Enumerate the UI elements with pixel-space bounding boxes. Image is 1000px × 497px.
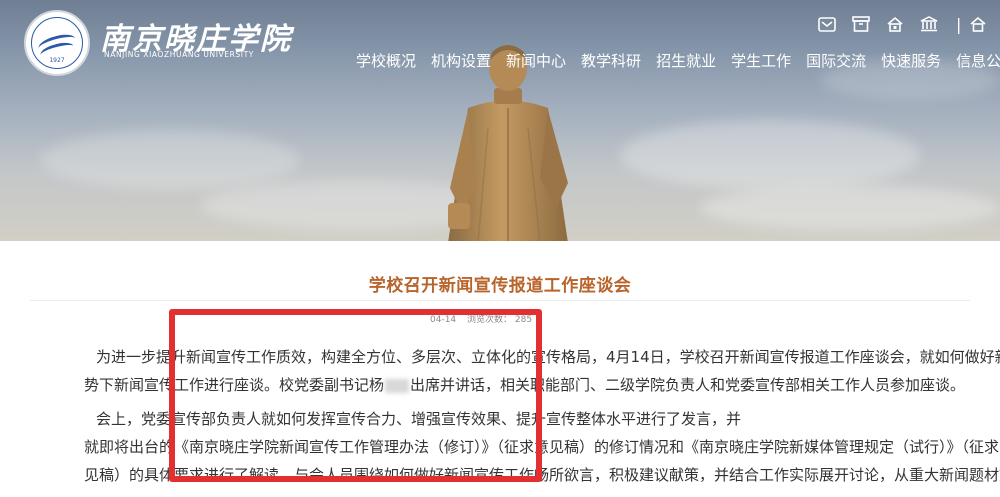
institution-icon[interactable] bbox=[918, 14, 940, 34]
nav-teaching-research[interactable]: 教学科研 bbox=[581, 50, 641, 71]
paragraph-line: 势下新闻宣传工作进行座谈。校党委副书记杨 出席并讲话，相关职能部门、二级学院负责人… bbox=[84, 371, 984, 399]
main-nav: 学校概况 机构设置 新闻中心 教学科研 招生就业 学生工作 国际交流 快速服务 … bbox=[356, 50, 1000, 71]
nav-quick-services[interactable]: 快速服务 bbox=[881, 50, 941, 71]
utility-bar: | bbox=[816, 14, 1000, 34]
home-icon[interactable] bbox=[967, 14, 989, 34]
nav-international[interactable]: 国际交流 bbox=[806, 50, 866, 71]
text-segment: 势下新闻宣传工作进行座谈。校党委副书记杨 bbox=[84, 376, 385, 394]
text-segment: 出席并讲话，相关职能部门、二级学院负责人和党委宣传部相关工作人员参加座谈。 bbox=[410, 376, 966, 394]
nav-departments[interactable]: 机构设置 bbox=[431, 50, 491, 71]
brand-name-en: NANJING XIAOZHUANG UNIVERSITY bbox=[104, 50, 254, 59]
logo-emblem: 1927 bbox=[31, 17, 83, 69]
nav-about[interactable]: 学校概况 bbox=[356, 50, 416, 71]
article-title: 学校召开新闻宣传报道工作座谈会 bbox=[368, 276, 632, 296]
cloud bbox=[620, 120, 920, 190]
publish-date: 04-14 bbox=[430, 315, 457, 325]
paragraph-line: 就即将出台的《南京晓庄学院新闻宣传工作管理办法（修订）》（征求意见稿）的修订情况… bbox=[84, 438, 1000, 456]
archive-icon[interactable] bbox=[850, 14, 872, 34]
paragraph-1: 为进一步提升新闻宣传工作质效，构建全方位、多层次、立体化的宣传格局，4月14日，… bbox=[84, 343, 1000, 399]
home-icon[interactable] bbox=[884, 14, 906, 34]
hero-banner: 1927 南京晓庄学院 NANJING XIAOZHUANG UNIVERSIT… bbox=[0, 0, 1000, 241]
cloud bbox=[40, 130, 300, 190]
title-divider bbox=[30, 300, 970, 301]
paragraph-line: 见稿）的具体要求进行了解读。与会人员围绕如何做好新闻宣传工作畅所欲言，积极建议献… bbox=[84, 466, 1000, 484]
paragraph-2: 会上，党委宣传部负责人就如何发挥宣传合力、增强宣传效果、提升宣传整体水平进行了发… bbox=[84, 405, 1000, 489]
nav-news[interactable]: 新闻中心 bbox=[506, 50, 566, 71]
view-count: 浏览次数： 285 bbox=[467, 315, 533, 325]
nav-info-disclosure[interactable]: 信息公开 bbox=[956, 50, 1000, 71]
logo-year: 1927 bbox=[49, 57, 65, 64]
redacted-name bbox=[385, 378, 410, 393]
paragraph-line: 为进一步提升新闻宣传工作质效，构建全方位、多层次、立体化的宣传格局，4月14日，… bbox=[96, 348, 1000, 366]
nav-admissions[interactable]: 招生就业 bbox=[656, 50, 716, 71]
cloud bbox=[700, 185, 1000, 230]
nav-student-affairs[interactable]: 学生工作 bbox=[731, 50, 791, 71]
paragraph-line: 会上，党委宣传部负责人就如何发挥宣传合力、增强宣传效果、提升宣传整体水平进行了发… bbox=[96, 410, 742, 428]
article-meta: 04-14 浏览次数： 285 bbox=[430, 312, 540, 325]
university-logo[interactable]: 1927 bbox=[24, 10, 90, 76]
divider: | bbox=[956, 14, 962, 34]
mail-icon[interactable] bbox=[816, 14, 838, 34]
